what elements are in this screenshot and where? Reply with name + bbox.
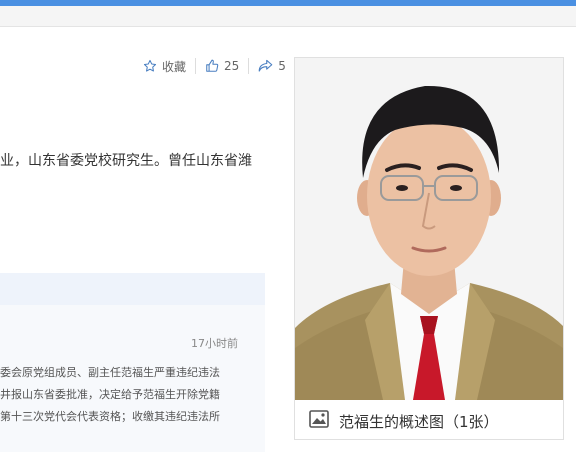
news-line: 第十三次党代会代表资格；收缴其违纪违法所 xyxy=(0,410,220,423)
action-divider xyxy=(195,58,197,74)
favorite-button[interactable]: 收藏 xyxy=(143,58,186,75)
caption-text: 范福生的概述图（1张） xyxy=(339,412,499,431)
summary-photo-card[interactable]: 范福生的概述图（1张） xyxy=(294,57,564,440)
article-actions: 收藏 25 5 xyxy=(143,57,286,75)
star-icon xyxy=(143,59,157,73)
like-count: 25 xyxy=(224,59,240,73)
summary-text: 业，山东省委党校研究生。曾任山东省潍 xyxy=(0,153,252,169)
photo-caption[interactable]: 范福生的概述图（1张） xyxy=(295,402,563,440)
portrait-photo[interactable] xyxy=(295,58,563,400)
thumbs-up-icon xyxy=(205,59,219,73)
news-card[interactable]: 17小时前 委会原党组成员、副主任范福生严重违纪违法 井报山东省委批准，决定给予… xyxy=(0,305,265,452)
news-timestamp: 17小时前 xyxy=(191,337,238,350)
news-line: 委会原党组成员、副主任范福生严重违纪违法 xyxy=(0,366,220,379)
news-line: 井报山东省委批准，决定给予范福生开除党籍 xyxy=(0,388,220,401)
action-divider xyxy=(248,58,250,74)
share-button[interactable]: 5 xyxy=(258,59,286,73)
like-button[interactable]: 25 xyxy=(205,59,239,73)
share-count: 5 xyxy=(278,59,286,73)
section-header-band xyxy=(0,273,265,305)
share-icon xyxy=(258,59,273,73)
favorite-label: 收藏 xyxy=(162,59,187,74)
image-gallery-icon xyxy=(309,410,329,432)
news-excerpt: 委会原党组成员、副主任范福生严重违纪违法 井报山东省委批准，决定给予范福生开除党… xyxy=(0,362,236,428)
header-strip xyxy=(0,6,576,27)
